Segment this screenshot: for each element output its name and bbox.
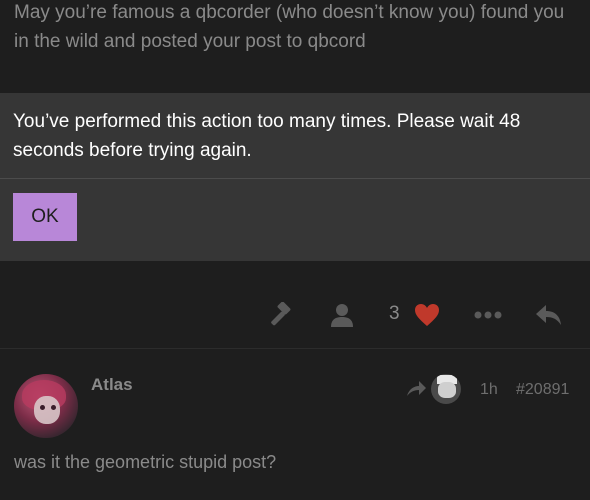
avatar[interactable]	[14, 374, 78, 438]
reply-to-avatar-face	[438, 382, 456, 398]
dialog-divider	[0, 178, 590, 179]
like-count: 3	[389, 303, 400, 324]
avatar-eye	[40, 405, 45, 410]
reply-to-arrow-icon[interactable]	[405, 380, 427, 398]
hammer-icon[interactable]	[266, 301, 294, 329]
avatar-face	[34, 396, 60, 424]
heart-icon[interactable]	[413, 301, 441, 329]
ok-button[interactable]: OK	[13, 193, 77, 241]
reply-to-avatar[interactable]	[431, 374, 461, 404]
avatar-eye	[51, 405, 56, 410]
reply-icon[interactable]	[535, 301, 563, 329]
post-age[interactable]: 1h	[480, 381, 498, 399]
reply-username[interactable]: Atlas	[91, 375, 133, 395]
dialog-message: You’ve performed this action too many ti…	[13, 111, 521, 161]
post-actions: 3	[0, 295, 590, 335]
user-icon[interactable]	[328, 301, 356, 329]
more-icon[interactable]	[474, 301, 502, 329]
post-number[interactable]: #20891	[516, 381, 569, 399]
reply-body: was it the geometric stupid post?	[14, 452, 277, 472]
post-divider	[0, 348, 590, 349]
post-body: May you’re famous a qbcorder (who doesn’…	[14, 2, 565, 52]
